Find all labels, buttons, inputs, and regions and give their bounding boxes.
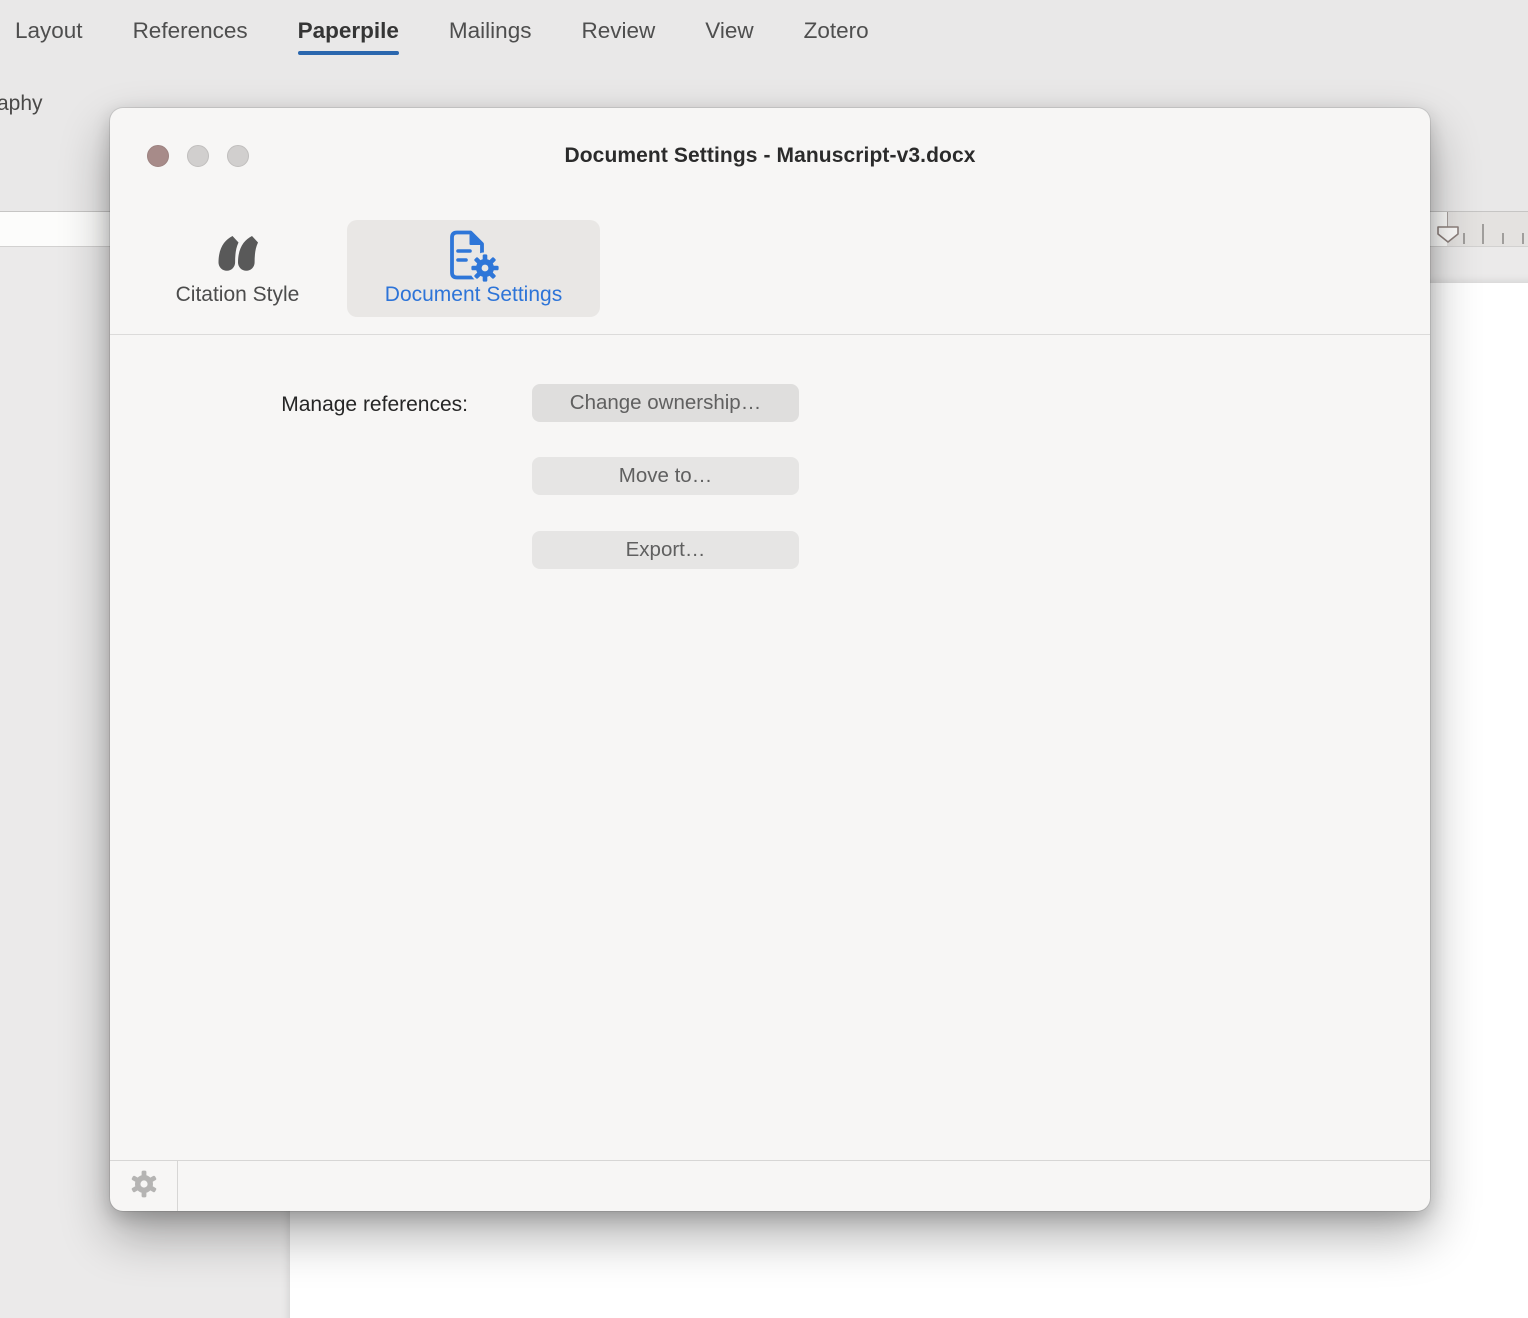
ruler-tick xyxy=(1482,224,1484,244)
ruler-tick xyxy=(1502,233,1504,244)
manage-references-label: Manage references: xyxy=(258,393,468,417)
move-to-button[interactable]: Move to… xyxy=(532,457,799,495)
ruler-tick xyxy=(1463,233,1465,244)
tab-document-settings-label: Document Settings xyxy=(385,283,562,307)
ribbon-tab-zotero[interactable]: Zotero xyxy=(804,16,869,46)
ribbon-clipped-button-text[interactable]: aphy xyxy=(0,91,43,117)
ribbon-tab-layout[interactable]: Layout xyxy=(15,16,83,46)
ruler-margin-marker-icon[interactable] xyxy=(1436,225,1460,244)
ruler-tick xyxy=(1522,233,1524,244)
dialog-title: Document Settings - Manuscript-v3.docx xyxy=(110,144,1430,168)
ribbon-tab-references[interactable]: References xyxy=(133,16,248,46)
ribbon-tab-paperpile[interactable]: Paperpile xyxy=(298,16,399,46)
tabs-separator xyxy=(110,334,1430,335)
dialog-tab-bar: Citation Style xyxy=(110,220,1430,317)
tab-citation-style[interactable]: Citation Style xyxy=(150,220,325,317)
document-gear-icon xyxy=(448,229,500,289)
ribbon-tab-bar: Layout References Paperpile Mailings Rev… xyxy=(15,16,869,46)
export-button[interactable]: Export… xyxy=(532,531,799,569)
dialog-footer xyxy=(110,1160,1430,1211)
change-ownership-button[interactable]: Change ownership… xyxy=(532,384,799,422)
quote-icon xyxy=(218,236,258,278)
tab-document-settings[interactable]: Document Settings xyxy=(347,220,600,317)
gear-icon xyxy=(130,1170,158,1203)
ribbon-tab-review[interactable]: Review xyxy=(581,16,655,46)
ribbon-tab-view[interactable]: View xyxy=(705,16,753,46)
document-settings-dialog: Document Settings - Manuscript-v3.docx C… xyxy=(110,108,1430,1211)
ribbon-tab-mailings[interactable]: Mailings xyxy=(449,16,532,46)
settings-gear-button[interactable] xyxy=(110,1161,178,1211)
screen: Layout References Paperpile Mailings Rev… xyxy=(0,0,1528,1318)
tab-citation-style-label: Citation Style xyxy=(176,283,300,307)
